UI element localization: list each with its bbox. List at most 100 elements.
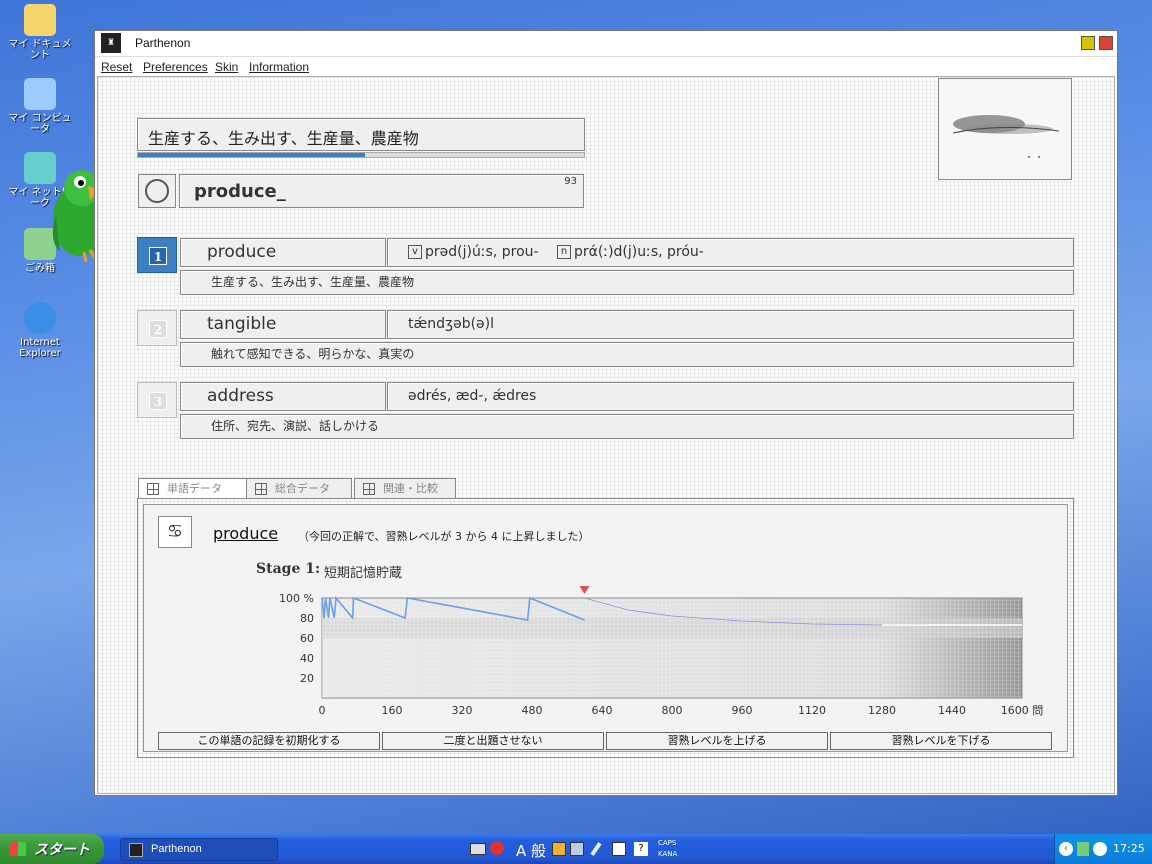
pronunciation-text: ədrés, æd-, ǽdres [408, 388, 537, 404]
ime-tool-icon-1[interactable] [552, 842, 566, 856]
choice-number-3-button[interactable]: 3 [137, 382, 177, 418]
progress-fill [138, 153, 366, 157]
tab-label: 関連・比較 [383, 482, 438, 495]
minimize-button[interactable] [1081, 36, 1095, 50]
pron-verb: prəd(j)úːs, prou- [425, 244, 539, 260]
close-button[interactable] [1099, 36, 1113, 50]
meaning-text: 生産する、生み出す、生産量、農産物 [211, 275, 415, 289]
stage-label: Stage 1: [256, 561, 321, 577]
tray-expand-icon[interactable]: ‹ [1059, 842, 1073, 856]
folder-icon [24, 4, 56, 36]
desktop-icon-label: マイ コンピュータ [8, 113, 72, 135]
desktop-icon-my-computer[interactable]: マイ コンピュータ [4, 78, 76, 135]
word-data-note: （今回の正解で、習熟レベルが 3 から 4 に上昇しました） [298, 530, 590, 543]
x-tick-label: 800 [662, 704, 683, 717]
never-ask-again-button[interactable]: 二度と出題させない [382, 732, 604, 750]
y-tick-label: 80 [300, 612, 314, 625]
choice-2-meaning: 触れて感知できる、明らかな、真実の [180, 342, 1074, 367]
ime-tool-icon-3[interactable] [612, 842, 626, 856]
menu-bar: Reset Preferences Skin Information [95, 58, 1117, 76]
tab-related-compare[interactable]: 関連・比較 [354, 478, 456, 499]
answer-text: produce_ [194, 181, 286, 202]
keyboard-icon[interactable] [470, 843, 486, 855]
system-tray: ‹ 17:25 [1054, 834, 1152, 864]
tab-overall-data[interactable]: 総合データ [246, 478, 352, 499]
choice-1-word[interactable]: produce [180, 238, 386, 267]
app-icon [129, 843, 143, 857]
choice-number-2: 2 [149, 320, 167, 338]
plot-grid [322, 598, 1022, 698]
x-tick-label: 0 [319, 704, 326, 717]
answer-input[interactable]: produce_ 93 [179, 174, 584, 208]
retention-chart: 20 40 60 80 100 % 0 160 320 480 640 800 960 1120 1280… [279, 586, 1044, 717]
question-counter: 93 [564, 176, 577, 187]
current-position-marker-icon [579, 586, 590, 594]
title-bar[interactable]: ♜ Parthenon [95, 31, 1117, 57]
choice-3-word[interactable]: address [180, 382, 386, 411]
desktop-icon-my-documents[interactable]: マイ ドキュメント [4, 4, 76, 61]
task-label: Parthenon [151, 843, 202, 855]
computer-icon [24, 78, 56, 110]
choice-2-word[interactable]: tangible [180, 310, 386, 339]
tab-word-data[interactable]: 単語データ [138, 478, 248, 499]
pronunciation-text: v prəd(j)úːs, prou- n prά(ː)d(j)uːs, próu- [388, 239, 1073, 265]
windows-flag-icon [10, 842, 26, 856]
help-icon[interactable]: ? [634, 842, 648, 856]
x-tick-label: 640 [592, 704, 613, 717]
taskbar: スタート Parthenon A 般 ? CAPS KANA ‹ 17:25 [0, 834, 1152, 864]
start-label: スタート [34, 841, 90, 857]
kana-indicator: KANA [658, 850, 678, 858]
menu-information[interactable]: Information [249, 60, 309, 74]
menu-preferences[interactable]: Preferences [143, 60, 208, 74]
zodiac-sign-icon: ♋ [158, 516, 192, 548]
menu-skin[interactable]: Skin [215, 60, 238, 74]
choice-word-text: address [207, 386, 274, 406]
word-data-word[interactable]: produce [213, 524, 278, 543]
reset-word-record-button[interactable]: この単語の記録を初期化する [158, 732, 380, 750]
x-tick-label: 1600 問 [1001, 704, 1044, 717]
caps-indicator: CAPS [658, 839, 677, 847]
circle-icon [145, 179, 169, 203]
tray-app-icon[interactable] [1077, 842, 1089, 856]
y-tick-label: 100 % [279, 592, 314, 605]
y-tick-label: 60 [300, 632, 314, 645]
answer-mark-button[interactable] [138, 174, 176, 208]
taskbar-item-parthenon[interactable]: Parthenon [120, 838, 278, 861]
choice-3-meaning: 住所、宛先、演説、話しかける [180, 414, 1074, 439]
x-tick-label: 1440 [938, 704, 966, 717]
ime-ball-icon[interactable] [490, 841, 504, 855]
x-tick-label: 960 [732, 704, 753, 717]
internet-explorer-icon [24, 302, 56, 334]
choice-number-1-button[interactable]: 1 [137, 237, 177, 273]
tab-label: 単語データ [167, 482, 222, 495]
x-tick-label: 1120 [798, 704, 826, 717]
menu-reset[interactable]: Reset [101, 60, 132, 74]
pen-icon[interactable] [590, 842, 602, 856]
choice-number-1: 1 [149, 247, 167, 265]
time-progress-bar [137, 152, 585, 158]
desktop-icon-internet-explorer[interactable]: Internet Explorer [4, 302, 76, 359]
tray-network-icon[interactable] [1093, 842, 1107, 856]
pos-tag-n: n [557, 245, 572, 259]
stage-name: 短期記憶貯蔵 [324, 566, 403, 581]
lower-level-button[interactable]: 習熟レベルを下げる [830, 732, 1052, 750]
choice-number-2-button[interactable]: 2 [137, 310, 177, 346]
app-icon: ♜ [101, 33, 121, 53]
choice-1-meaning: 生産する、生み出す、生産量、農産物 [180, 270, 1074, 295]
choice-2-pronunciation: tǽndʒəb(ə)l [387, 310, 1074, 339]
ime-tool-icon-2[interactable] [570, 842, 584, 856]
pos-tag-v: v [408, 245, 422, 259]
x-tick-label: 480 [522, 704, 543, 717]
x-tick-label: 1280 [868, 704, 896, 717]
grid-icon [255, 483, 267, 495]
raise-level-button[interactable]: 習熟レベルを上げる [606, 732, 828, 750]
word-image [938, 78, 1072, 180]
meaning-text: 触れて感知できる、明らかな、真実の [211, 347, 415, 361]
choice-word-text: tangible [207, 314, 277, 334]
choice-number-3: 3 [149, 392, 167, 410]
ime-mode[interactable]: A 般 [516, 840, 546, 861]
meaning-text: 住所、宛先、演説、話しかける [211, 419, 380, 433]
start-button[interactable]: スタート [0, 834, 104, 864]
y-tick-label: 20 [300, 672, 314, 685]
window-title: Parthenon [135, 36, 191, 50]
